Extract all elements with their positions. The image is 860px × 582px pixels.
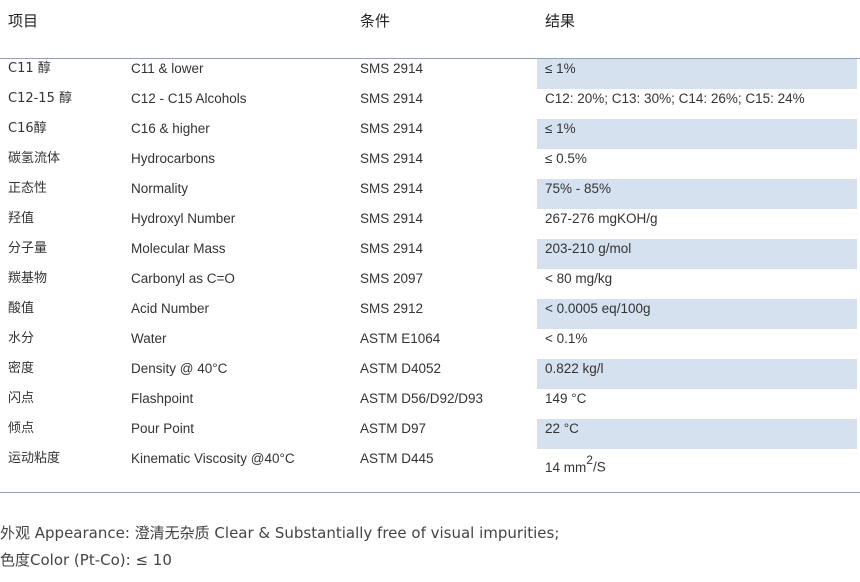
- table-row: 羰基物 Carbonyl as C=O SMS 2097 < 80 mg/kg: [0, 269, 860, 299]
- test-method: SMS 2912: [360, 301, 424, 316]
- note-color: 色度Color (Pt-Co): ≤ 10: [0, 551, 172, 569]
- header-condition: 条件: [360, 12, 391, 30]
- result-text: C12: 20%; C13: 30%; C14: 26%; C15: 24%: [545, 91, 805, 106]
- item-name-en: Pour Point: [131, 421, 195, 436]
- item-name-en: C12 - C15 Alcohols: [131, 91, 247, 106]
- result-value: < 0.1%: [537, 329, 857, 359]
- result-text: 203-210 g/mol: [545, 241, 632, 256]
- item-name-en: Molecular Mass: [131, 241, 226, 256]
- result-text: ≤ 1%: [545, 121, 576, 136]
- table-row: C16醇 C16 & higher SMS 2914 ≤ 1%: [0, 119, 860, 149]
- table-row: 羟值 Hydroxyl Number SMS 2914 267-276 mgKOH/g: [0, 209, 860, 239]
- table-body: C11 醇 C11 & lower SMS 2914 ≤ 1% C12-15 醇 C12 …: [0, 59, 860, 479]
- result-superscript: 2: [586, 453, 593, 467]
- table-row: 运动粘度 Kinematic Viscosity @40°C ASTM D445 14…: [0, 449, 860, 479]
- table-row: C11 醇 C11 & lower SMS 2914 ≤ 1%: [0, 59, 860, 89]
- header-item: 项目: [8, 12, 39, 30]
- item-name-zh: 羰基物: [8, 271, 48, 286]
- table-row: C12-15 醇 C12 - C15 Alcohols SMS 2914 C12: 2…: [0, 89, 860, 119]
- table-row: 碳氢流体 Hydrocarbons SMS 2914 ≤ 0.5%: [0, 149, 860, 179]
- result-text: < 80 mg/kg: [545, 271, 613, 286]
- result-text: ≤ 1%: [545, 61, 576, 76]
- table-row: 水分 Water ASTM E1064 < 0.1%: [0, 329, 860, 359]
- test-method: SMS 2097: [360, 271, 424, 286]
- test-method: ASTM D445: [360, 451, 434, 466]
- item-name-zh: 闪点: [8, 391, 35, 406]
- result-text: 14 mm: [545, 459, 587, 475]
- test-method: SMS 2914: [360, 121, 424, 136]
- header-result: 结果: [545, 12, 576, 30]
- item-name-en: Normality: [131, 181, 189, 196]
- item-name-zh: C11 醇: [8, 61, 51, 76]
- result-text: 22 °C: [545, 421, 579, 436]
- note-appearance: 外观 Appearance: 澄清无杂质 Clear & Substantial…: [0, 524, 560, 542]
- result-value: 0.822 kg/l: [537, 359, 857, 389]
- result-value: 267-276 mgKOH/g: [537, 209, 857, 239]
- table-row: 密度 Density @ 40°C ASTM D4052 0.822 kg/l: [0, 359, 860, 389]
- result-text: 267-276 mgKOH/g: [545, 211, 658, 226]
- test-method: ASTM D4052: [360, 361, 442, 376]
- test-method: ASTM D97: [360, 421, 427, 436]
- item-name-en: Density @ 40°C: [131, 361, 228, 376]
- table-row: 正态性 Normality SMS 2914 75% - 85%: [0, 179, 860, 209]
- item-name-en: Water: [131, 331, 167, 346]
- item-name-en: C11 & lower: [131, 61, 204, 76]
- item-name-zh: 密度: [8, 361, 35, 376]
- table-row: 倾点 Pour Point ASTM D97 22 °C: [0, 419, 860, 449]
- notes: 外观 Appearance: 澄清无杂质 Clear & Substantial…: [0, 522, 559, 576]
- result-value: ≤ 1%: [537, 59, 857, 89]
- test-method: SMS 2914: [360, 181, 424, 196]
- test-method: SMS 2914: [360, 91, 424, 106]
- result-value: 203-210 g/mol: [537, 239, 857, 269]
- item-name-en: Hydrocarbons: [131, 151, 216, 166]
- table-header: 项目 条件 结果: [0, 0, 860, 58]
- table-row: 酸值 Acid Number SMS 2912 < 0.0005 eq/100g: [0, 299, 860, 329]
- item-name-zh: C16醇: [8, 121, 47, 136]
- result-text: 75% - 85%: [545, 181, 612, 196]
- result-value: < 80 mg/kg: [537, 269, 857, 299]
- item-name-en: Kinematic Viscosity @40°C: [131, 451, 295, 466]
- item-name-zh: 酸值: [8, 301, 35, 316]
- table-row: 闪点 Flashpoint ASTM D56/D92/D93 149 °C: [0, 389, 860, 419]
- item-name-en: Carbonyl as C=O: [131, 271, 235, 286]
- item-name-en: Acid Number: [131, 301, 210, 316]
- test-method: ASTM D56/D92/D93: [360, 391, 484, 406]
- item-name-zh: 倾点: [8, 421, 35, 436]
- result-value: 149 °C: [537, 389, 857, 419]
- result-value: 14 mm2/S: [537, 449, 857, 479]
- result-value: < 0.0005 eq/100g: [537, 299, 857, 329]
- result-value: C12: 20%; C13: 30%; C14: 26%; C15: 24%: [537, 89, 857, 119]
- table-bottom-divider: [0, 492, 860, 493]
- test-method: ASTM E1064: [360, 331, 441, 346]
- result-text: 149 °C: [545, 391, 587, 406]
- item-name-zh: 羟值: [8, 211, 35, 226]
- table-row: 分子量 Molecular Mass SMS 2914 203-210 g/mol: [0, 239, 860, 269]
- result-value: ≤ 1%: [537, 119, 857, 149]
- result-text: < 0.0005 eq/100g: [545, 301, 651, 316]
- test-method: SMS 2914: [360, 151, 424, 166]
- spec-table: 项目 条件 结果 C11 醇 C11 & lower SMS 2914 ≤ 1% C12…: [0, 0, 860, 493]
- item-name-zh: 分子量: [8, 241, 48, 256]
- item-name-zh: 碳氢流体: [8, 151, 61, 166]
- result-value: 75% - 85%: [537, 179, 857, 209]
- item-name-en: Flashpoint: [131, 391, 194, 406]
- result-unit-tail: /S: [592, 459, 606, 475]
- item-name-en: C16 & higher: [131, 121, 210, 136]
- item-name-en: Hydroxyl Number: [131, 211, 236, 226]
- test-method: SMS 2914: [360, 61, 424, 76]
- result-text: ≤ 0.5%: [545, 151, 587, 166]
- item-name-zh: 正态性: [8, 181, 48, 196]
- result-value: 22 °C: [537, 419, 857, 449]
- result-value: ≤ 0.5%: [537, 149, 857, 179]
- result-text: < 0.1%: [545, 331, 588, 346]
- test-method: SMS 2914: [360, 241, 424, 256]
- item-name-zh: 水分: [8, 331, 35, 346]
- test-method: SMS 2914: [360, 211, 424, 226]
- result-text: 0.822 kg/l: [545, 361, 604, 376]
- item-name-zh: C12-15 醇: [8, 91, 72, 106]
- item-name-zh: 运动粘度: [8, 451, 61, 466]
